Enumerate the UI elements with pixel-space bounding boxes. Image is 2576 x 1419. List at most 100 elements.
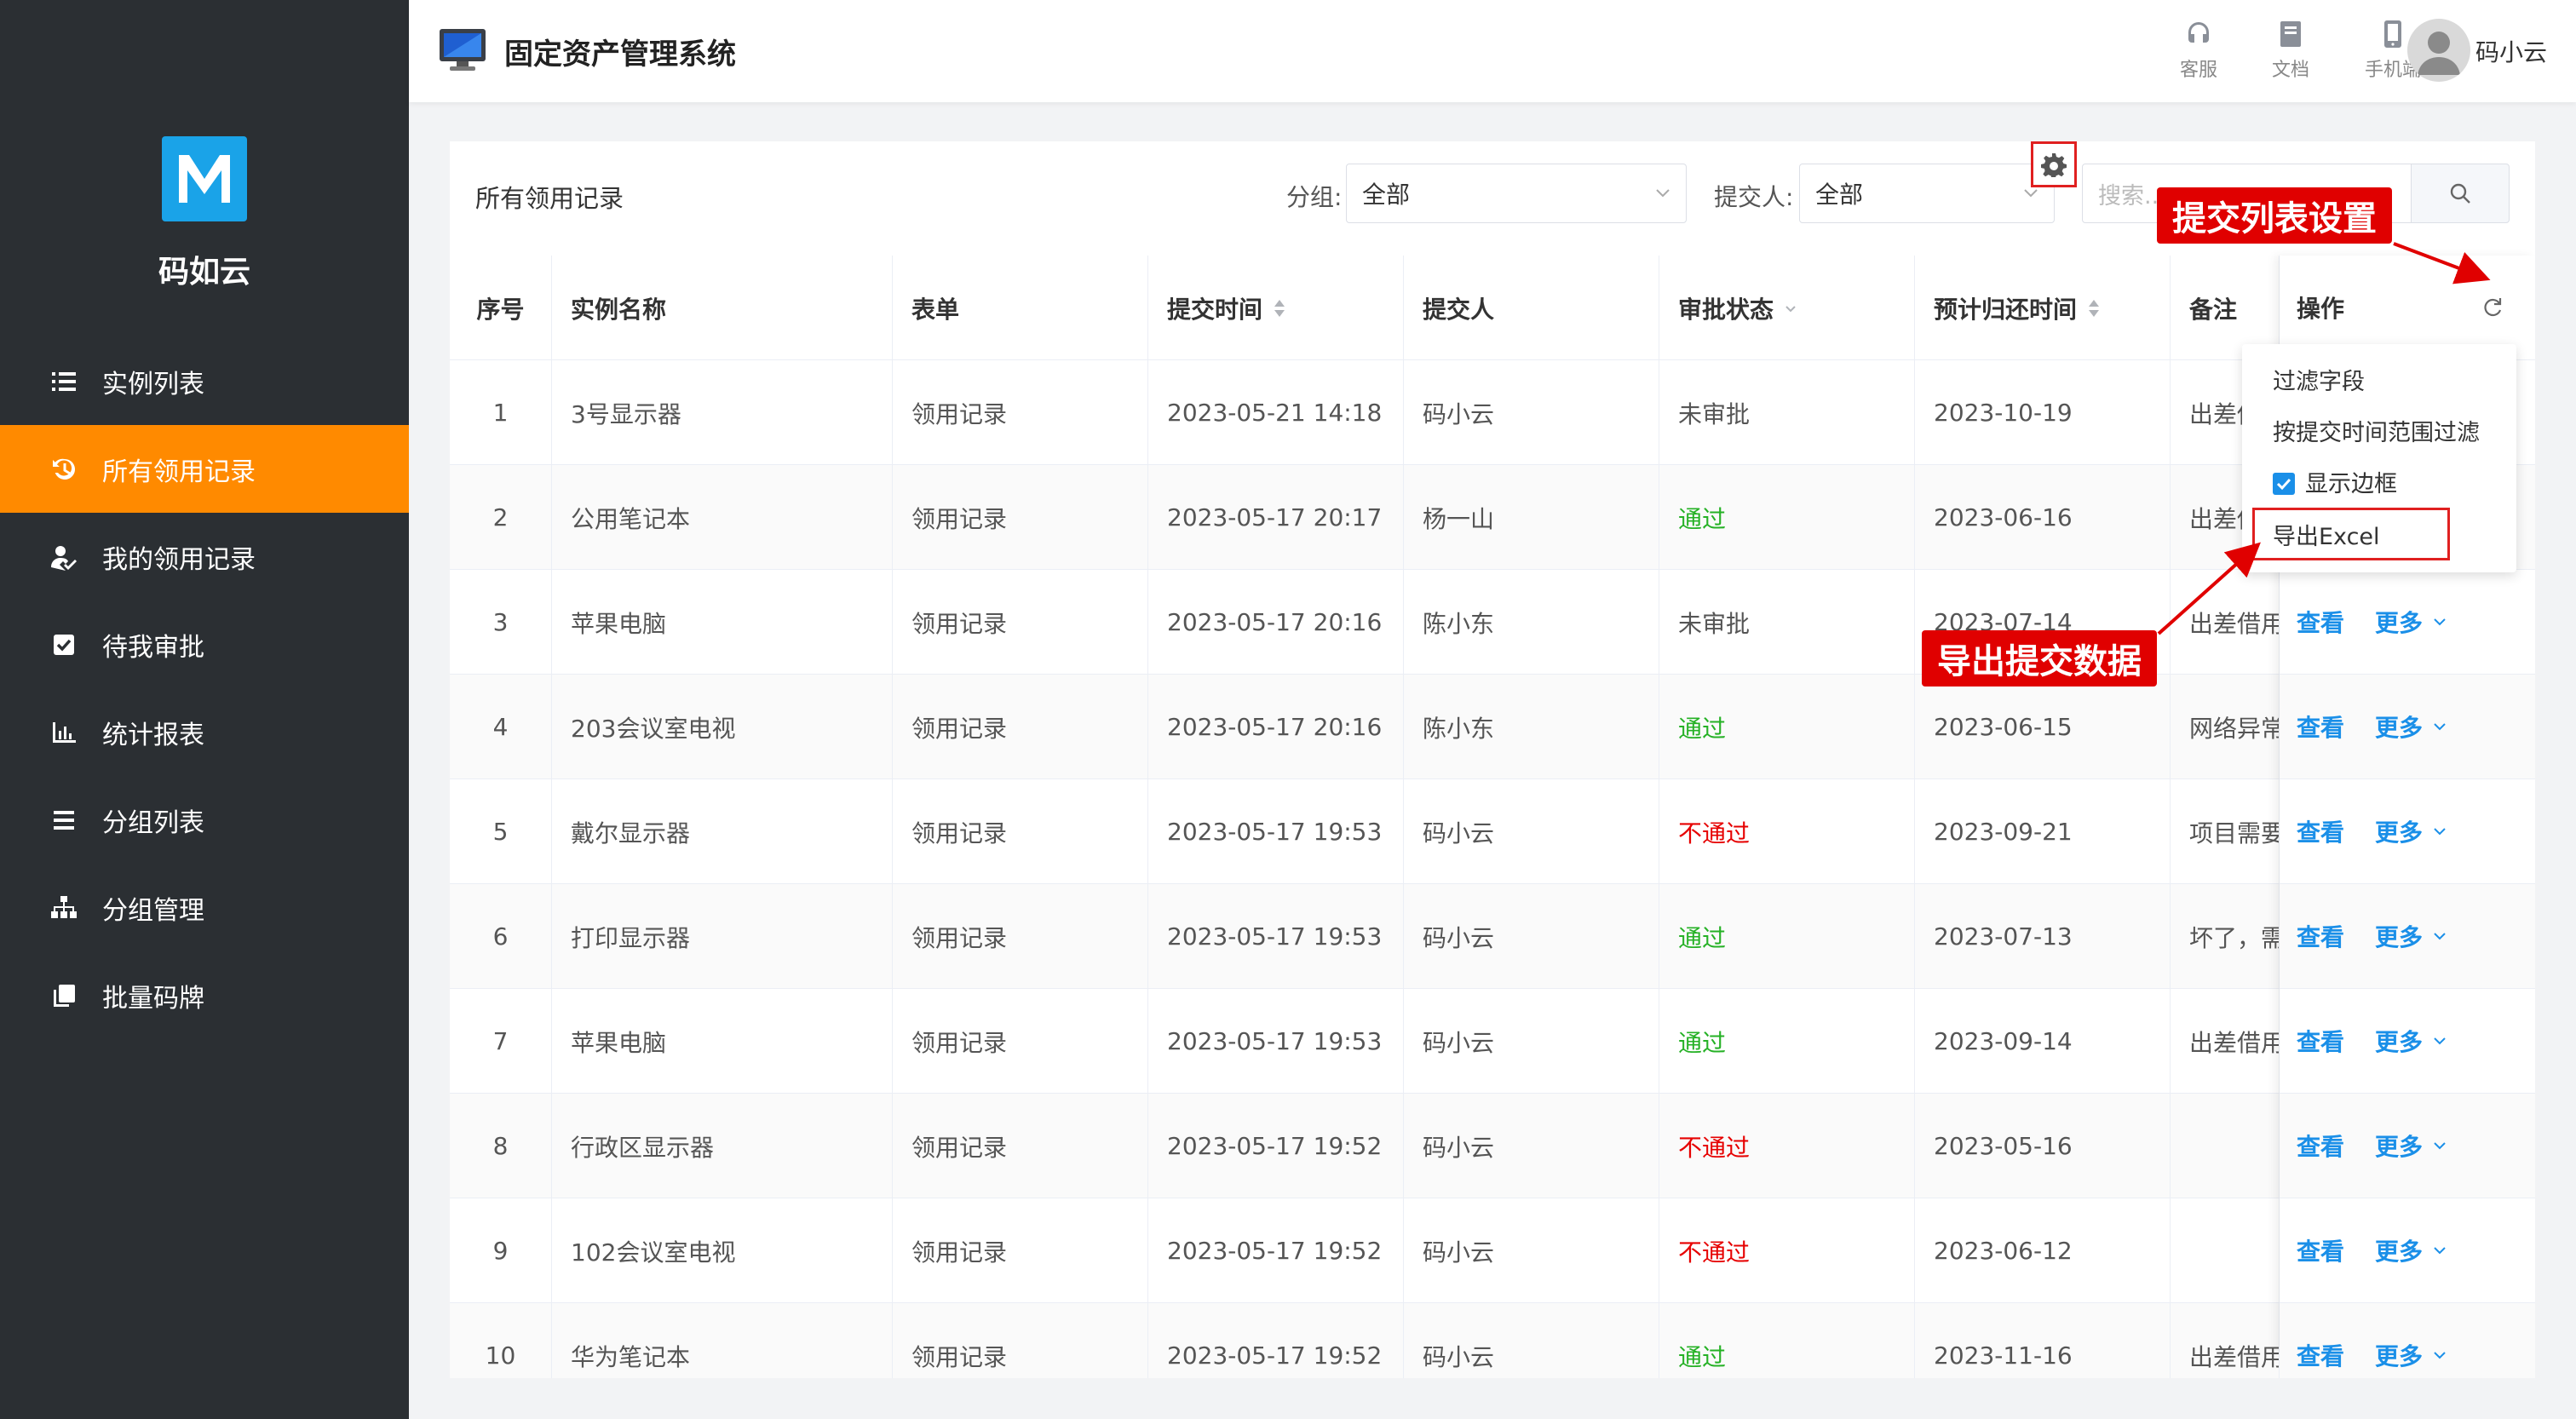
- cell-time: 2023-05-17 19:53: [1148, 779, 1404, 884]
- view-link[interactable]: 查看: [2297, 1338, 2344, 1372]
- sidebar-item-label: 分组管理: [102, 895, 204, 926]
- cell-status: 通过: [1659, 884, 1915, 989]
- submitter-select[interactable]: 全部: [1799, 164, 2055, 223]
- sidebar-item-batch-labels[interactable]: 批量码牌: [0, 951, 409, 1039]
- sort-icon[interactable]: [2087, 298, 2101, 319]
- show-border-checkbox[interactable]: [2273, 473, 2295, 495]
- sidebar-item-my-records[interactable]: 我的领用记录: [0, 513, 409, 600]
- customer-service-button[interactable]: 客服: [2160, 19, 2237, 82]
- more-dropdown[interactable]: 更多: [2375, 1129, 2448, 1163]
- cell-note: 坏了，需: [2171, 884, 2280, 989]
- book-icon: [2280, 21, 2301, 47]
- table-row: 4 203会议室电视 领用记录 2023-05-17 20:16 陈小东 通过 2023-0…: [450, 675, 2535, 779]
- cell-form: 领用记录: [893, 989, 1148, 1094]
- more-label: 更多: [2375, 609, 2424, 637]
- cell-return: 2023-06-15: [1915, 675, 2171, 779]
- sort-icon[interactable]: [1273, 298, 1286, 319]
- brand-name: 码如云: [158, 255, 250, 290]
- view-link[interactable]: 查看: [2297, 1129, 2344, 1163]
- refresh-icon[interactable]: [2481, 295, 2504, 319]
- more-label: 更多: [2375, 1238, 2424, 1266]
- docs-button[interactable]: 文档: [2252, 19, 2329, 82]
- more-dropdown[interactable]: 更多: [2375, 1338, 2448, 1372]
- menu-item-filter-fields[interactable]: 过滤字段: [2273, 363, 2365, 396]
- view-link[interactable]: 查看: [2297, 605, 2344, 639]
- view-link[interactable]: 查看: [2297, 1024, 2344, 1058]
- col-header-status-label: 审批状态: [1678, 295, 1774, 324]
- chevron-down-icon: [2434, 1247, 2446, 1255]
- search-button[interactable]: [2411, 164, 2510, 223]
- more-label: 更多: [2375, 1342, 2424, 1370]
- operations-cell: 查看 更多: [2280, 884, 2535, 989]
- cell-note: [2171, 1198, 2280, 1303]
- sidebar-item-instance-list[interactable]: 实例列表: [0, 337, 409, 425]
- chevron-down-icon: [1656, 189, 1670, 198]
- cell-return: 2023-09-14: [1915, 989, 2171, 1094]
- table-header-row: 序号 实例名称 表单 提交时间 提交人 审批状态 预计归还时间 备注: [450, 256, 2535, 360]
- cell-status: 通过: [1659, 465, 1915, 570]
- view-link[interactable]: 查看: [2297, 814, 2344, 848]
- table-row: 9 102会议室电视 领用记录 2023-05-17 19:52 码小云 不通过 2023-…: [450, 1198, 2535, 1303]
- cell-name: 华为笔记本: [552, 1303, 893, 1378]
- table-row: 1 3号显示器 领用记录 2023-05-21 14:18 码小云 未审批 2023-10-…: [450, 360, 2535, 465]
- sidebar-item-label: 我的领用记录: [102, 544, 256, 575]
- sidebar-item-all-records[interactable]: 所有领用记录: [0, 425, 409, 513]
- view-link[interactable]: 查看: [2297, 1233, 2344, 1267]
- more-dropdown[interactable]: 更多: [2375, 814, 2448, 848]
- operations-cell: 查看 更多: [2280, 1303, 2535, 1378]
- more-dropdown[interactable]: 更多: [2375, 1233, 2448, 1267]
- cell-user: 码小云: [1404, 1303, 1659, 1378]
- user-avatar-icon: [2418, 32, 2460, 75]
- cell-note: 项目需要: [2171, 779, 2280, 884]
- cell-note: 出差借用: [2171, 1303, 2280, 1378]
- avatar[interactable]: [2407, 19, 2470, 82]
- filter-chevron-icon[interactable]: [1784, 298, 1797, 319]
- sidebar-item-pending-approval[interactable]: 待我审批: [0, 600, 409, 688]
- list-settings-button[interactable]: [2031, 141, 2077, 187]
- view-link[interactable]: 查看: [2297, 710, 2344, 744]
- sidebar-nav: 实例列表 所有领用记录 我的领用记录 待我审批 统计报表 分组列表 分组管理 批…: [0, 337, 409, 1039]
- more-dropdown[interactable]: 更多: [2375, 1024, 2448, 1058]
- col-header-time[interactable]: 提交时间: [1148, 256, 1404, 360]
- cell-time: 2023-05-17 19:52: [1148, 1303, 1404, 1378]
- chevron-down-icon: [2434, 933, 2446, 940]
- search-icon: [2450, 183, 2470, 204]
- cell-user: 码小云: [1404, 989, 1659, 1094]
- more-dropdown[interactable]: 更多: [2375, 919, 2448, 953]
- sidebar-item-label: 待我审批: [102, 632, 204, 663]
- cell-no: 9: [450, 1198, 552, 1303]
- docs-label: 文档: [2271, 60, 2309, 81]
- sidebar-item-group-manage[interactable]: 分组管理: [0, 864, 409, 951]
- cell-form: 领用记录: [893, 675, 1148, 779]
- menu-item-time-range-filter[interactable]: 按提交时间范围过滤: [2273, 414, 2480, 447]
- cell-return: 2023-07-13: [1915, 884, 2171, 989]
- chevron-down-icon: [2434, 828, 2446, 836]
- view-link[interactable]: 查看: [2297, 919, 2344, 953]
- group-select[interactable]: 全部: [1346, 164, 1687, 223]
- cell-no: 10: [450, 1303, 552, 1378]
- cell-time: 2023-05-17 20:17: [1148, 465, 1404, 570]
- cell-time: 2023-05-17 19:53: [1148, 884, 1404, 989]
- cell-no: 4: [450, 675, 552, 779]
- menu-lines-icon: [49, 806, 78, 835]
- menu-item-show-border[interactable]: 显示边框: [2273, 465, 2397, 498]
- sidebar-item-group-list[interactable]: 分组列表: [0, 776, 409, 864]
- col-header-return[interactable]: 预计归还时间: [1915, 256, 2171, 360]
- phone-icon: [2384, 20, 2401, 48]
- checkbox-icon: [49, 630, 78, 659]
- cell-form: 领用记录: [893, 360, 1148, 465]
- operations-cell: 查看 更多: [2280, 570, 2535, 675]
- more-label: 更多: [2375, 819, 2424, 847]
- col-header-status[interactable]: 审批状态: [1659, 256, 1915, 360]
- operations-cell: 查看 更多: [2280, 1094, 2535, 1198]
- cell-name: 苹果电脑: [552, 989, 893, 1094]
- cell-user: 杨一山: [1404, 465, 1659, 570]
- more-dropdown[interactable]: 更多: [2375, 710, 2448, 744]
- brand-logo: [162, 136, 247, 221]
- cell-status: 通过: [1659, 1303, 1915, 1378]
- more-dropdown[interactable]: 更多: [2375, 605, 2448, 639]
- user-name[interactable]: 码小云: [2475, 34, 2547, 68]
- cell-form: 领用记录: [893, 1198, 1148, 1303]
- sidebar-item-statistics[interactable]: 统计报表: [0, 688, 409, 776]
- cell-form: 领用记录: [893, 1094, 1148, 1198]
